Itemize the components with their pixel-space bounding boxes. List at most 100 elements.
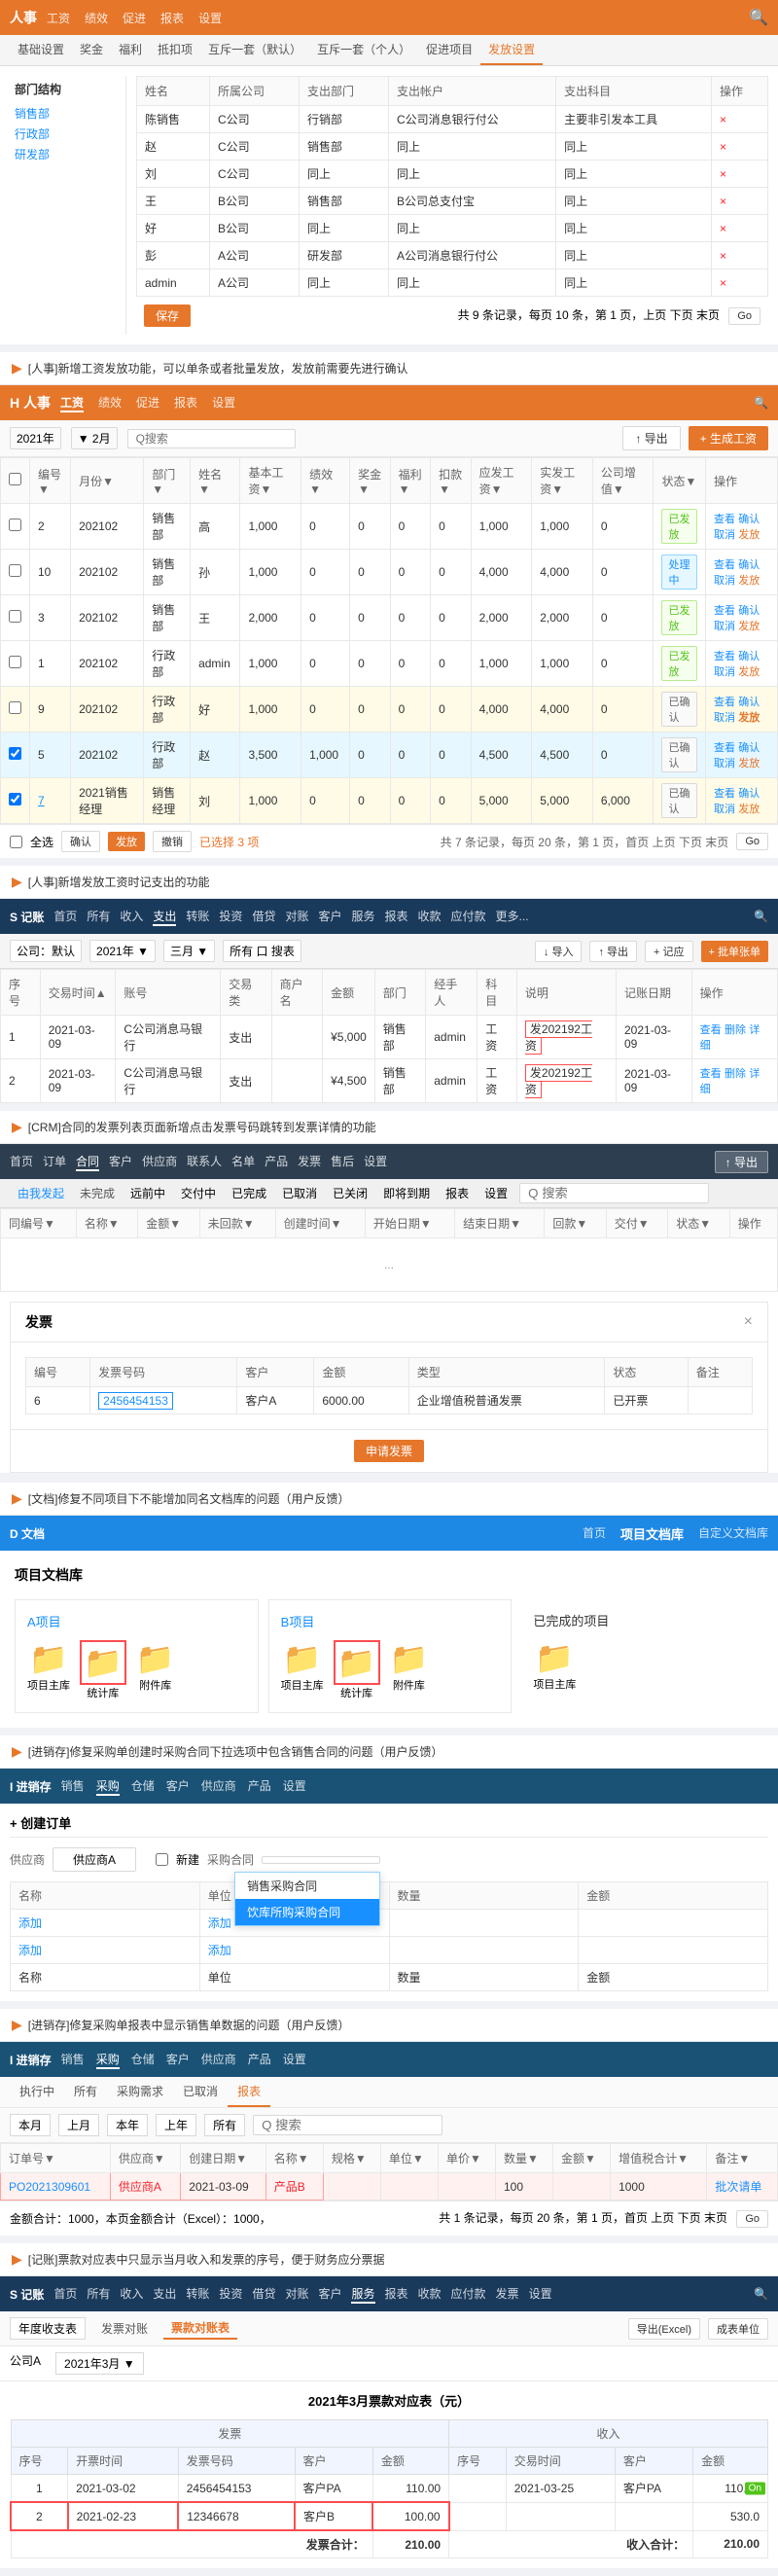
sub-nav-project[interactable]: 促进项目 (418, 35, 480, 65)
confirm-link[interactable]: 确认 (738, 514, 760, 525)
modal-close-icon[interactable]: × (744, 1313, 753, 1331)
folder-completed-main[interactable]: 📁 项目主库 (533, 1639, 576, 1692)
sub-nav-base[interactable]: 基础设置 (10, 35, 72, 65)
cell-del[interactable]: × (711, 161, 767, 188)
bk-export-button[interactable]: ↑ 导出 (589, 941, 637, 962)
ld-export-form[interactable]: 成表单位 (708, 2318, 768, 2340)
folder-b-attachment[interactable]: 📁 附件库 (390, 1640, 429, 1700)
folder-a-stats[interactable]: 📁 统计库 (80, 1640, 126, 1700)
folder-a-main[interactable]: 📁 项目主库 (27, 1640, 70, 1700)
generate-salary-button[interactable]: + 生成工资 (689, 426, 768, 450)
pr-tab-needs[interactable]: 采购需求 (107, 2077, 173, 2107)
confirm-link[interactable]: 确认 (738, 651, 760, 662)
row-check[interactable] (1, 641, 30, 687)
sub-nav-exclusive1[interactable]: 互斥一套（默认） (200, 35, 309, 65)
row-check[interactable] (1, 595, 30, 641)
bk-nav-receivable[interactable]: 收款 (418, 908, 442, 926)
supplier-value[interactable]: 供应商A (53, 1847, 136, 1872)
search-icon[interactable]: 🔍 (749, 8, 768, 27)
cancel-link[interactable]: 取消 (714, 712, 735, 724)
salary-nav-settings[interactable]: 设置 (212, 394, 235, 412)
ld-nav-home[interactable]: 首页 (53, 2285, 77, 2304)
view-link[interactable]: 查看 (714, 605, 735, 617)
unit-link[interactable]: 添加 (208, 1916, 231, 1930)
crm-nav-list[interactable]: 名单 (231, 1153, 255, 1171)
dropdown-item-1[interactable]: 销售采购合同 (235, 1873, 379, 1899)
pr-nav-supplier[interactable]: 供应商 (201, 2051, 236, 2069)
pr-nav-settings[interactable]: 设置 (283, 2051, 306, 2069)
ld-nav-payable[interactable]: 应付款 (451, 2285, 486, 2304)
select-all-checkbox[interactable] (9, 473, 21, 485)
crm-sub-mine[interactable]: 由我发起 (10, 1179, 72, 1207)
dept-item-sales[interactable]: 销售部 (15, 105, 121, 122)
pr-search-input[interactable] (253, 2115, 442, 2135)
crm-sub-done[interactable]: 已完成 (224, 1179, 274, 1207)
send-link[interactable]: 发放 (738, 758, 760, 769)
pr-tab-cancelled[interactable]: 已取消 (173, 2077, 228, 2107)
cell-del[interactable]: × (711, 188, 767, 215)
invoice-number-link[interactable]: 2456454153 (98, 1392, 173, 1410)
confirm-link[interactable]: 确认 (738, 788, 760, 800)
crm-sub-closed[interactable]: 已关闭 (325, 1179, 375, 1207)
ld-nav-all[interactable]: 所有 (87, 2285, 110, 2304)
crm-sub-delivering[interactable]: 交付中 (173, 1179, 224, 1207)
ld-year-report[interactable]: 年度收支表 (10, 2317, 86, 2340)
send-link[interactable]: 发放 (738, 666, 760, 678)
pr-filter-lastmonth[interactable]: 上月 (58, 2114, 99, 2136)
pr-go-button[interactable]: Go (736, 2210, 768, 2228)
nav-salary[interactable]: 工资 (47, 10, 70, 26)
sub-nav-bonus[interactable]: 奖金 (72, 35, 111, 65)
ims-nav-supplier[interactable]: 供应商 (201, 1777, 236, 1796)
confirm-button[interactable]: 确认 (61, 831, 100, 852)
row-check[interactable] (1, 504, 30, 550)
pr-nav-sales[interactable]: 销售 (61, 2051, 85, 2069)
view-link[interactable]: 查看 (714, 514, 735, 525)
cancel-link[interactable]: 取消 (714, 666, 735, 678)
send-link[interactable]: 发放 (738, 621, 760, 632)
ld-nav-settings[interactable]: 设置 (529, 2285, 552, 2304)
new-order-checkbox[interactable] (156, 1853, 168, 1866)
contract-select[interactable] (262, 1856, 380, 1864)
bk-company-select[interactable]: 公司：默认 (10, 940, 82, 962)
bk-add-income-button[interactable]: + 记应 (645, 941, 692, 962)
nav-perf[interactable]: 绩效 (85, 10, 108, 26)
sub-nav-release[interactable]: 发放设置 (480, 35, 543, 65)
crm-sub-report[interactable]: 报表 (438, 1179, 477, 1207)
row-check[interactable] (1, 778, 30, 824)
dropdown-item-2[interactable]: 饮库所购采购合同 (235, 1899, 379, 1925)
cell-del[interactable]: × (711, 242, 767, 269)
salary-month[interactable]: ▼ 2月 (71, 427, 118, 449)
crm-sub-settings[interactable]: 设置 (477, 1179, 515, 1207)
row-check[interactable] (1, 550, 30, 595)
footer-select-all[interactable] (10, 836, 22, 848)
doc-nav-home[interactable]: 首页 (583, 1524, 606, 1543)
bk-year-select[interactable]: 2021年 ▼ (89, 940, 156, 962)
crm-nav-customer[interactable]: 客户 (109, 1153, 132, 1171)
ims-nav-warehouse[interactable]: 仓储 (131, 1777, 155, 1796)
view-link[interactable]: 查看 (714, 788, 735, 800)
doc-nav-custom[interactable]: 自定义文档库 (698, 1524, 768, 1543)
bk-edit-link[interactable]: 查看 (700, 1024, 722, 1036)
order-no-link[interactable]: PO2021309601 (9, 2180, 90, 2194)
ld-export-excel[interactable]: 导出(Excel) (628, 2318, 700, 2340)
cancel-link[interactable]: 取消 (714, 529, 735, 541)
bk-nav-report[interactable]: 报表 (385, 908, 408, 926)
crm-search-input[interactable] (519, 1183, 709, 1203)
view-link[interactable]: 查看 (714, 697, 735, 708)
ld-nav-income[interactable]: 收入 (120, 2285, 143, 2304)
crm-nav-home[interactable]: 首页 (10, 1153, 33, 1171)
cell-del[interactable]: × (711, 269, 767, 297)
pr-nav-product[interactable]: 产品 (248, 2051, 271, 2069)
ims-nav-settings[interactable]: 设置 (283, 1777, 306, 1796)
name-link[interactable]: 添加 (18, 1916, 42, 1930)
crm-sub-cancelled[interactable]: 已取消 (274, 1179, 325, 1207)
ld-nav-transfer[interactable]: 转账 (186, 2285, 209, 2304)
ims-nav-customer[interactable]: 客户 (166, 1777, 190, 1796)
export-button[interactable]: ↑ 导出 (622, 426, 680, 450)
bk-add-expense-button[interactable]: + 批单张单 (701, 941, 768, 962)
crm-sub-progress[interactable]: 远前中 (123, 1179, 173, 1207)
crm-nav-after-sale[interactable]: 售后 (331, 1153, 354, 1171)
bk-scope[interactable]: 所有 口 搜表 (223, 940, 301, 962)
crm-nav-contact[interactable]: 联系人 (187, 1153, 222, 1171)
confirm-link[interactable]: 确认 (738, 742, 760, 754)
